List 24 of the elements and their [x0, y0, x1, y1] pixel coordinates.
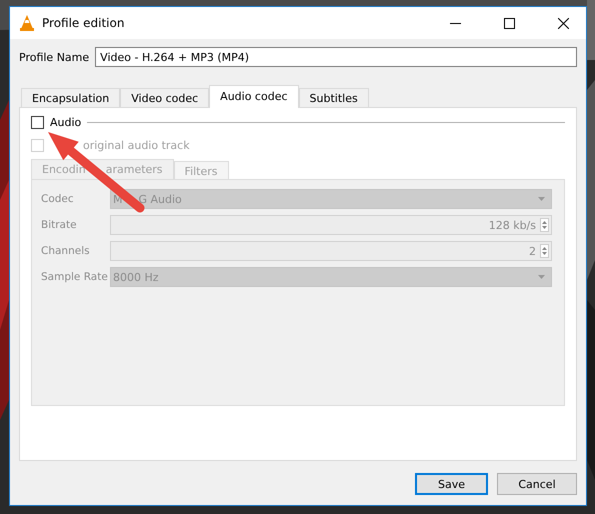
close-icon [558, 18, 568, 28]
spin-arrows-icon [540, 244, 549, 258]
field-label: Bitrate [41, 219, 78, 231]
minimize-icon [450, 22, 460, 24]
tab[interactable]: Subtitles [298, 88, 369, 108]
tab[interactable]: Audio codec [209, 85, 299, 108]
dialog-button[interactable]: Cancel [497, 473, 577, 495]
traffic-cone-icon [20, 15, 34, 31]
tab[interactable]: Video codec [120, 88, 210, 108]
dropdown-arrow-icon [538, 197, 545, 201]
audio-checkbox[interactable] [31, 116, 44, 129]
window-title: Profile edition [42, 16, 126, 30]
profile-name-label: Profile Name [19, 50, 90, 64]
field-label: Codec [41, 193, 75, 205]
maximize-icon [504, 18, 514, 28]
dialog-button[interactable]: Save [415, 473, 488, 495]
field-label: Sample Rate [41, 271, 109, 283]
dropdown-arrow-icon [538, 275, 545, 279]
spin-arrows-icon [540, 218, 549, 232]
field-label: Channels [41, 245, 91, 257]
audio-label: Audio [50, 116, 82, 129]
keep-original-label: original audio track [83, 139, 190, 152]
profile-name-field[interactable]: Video - H.264 + MP3 (MP4) [95, 47, 577, 67]
tab[interactable]: Encapsulation [21, 88, 120, 108]
